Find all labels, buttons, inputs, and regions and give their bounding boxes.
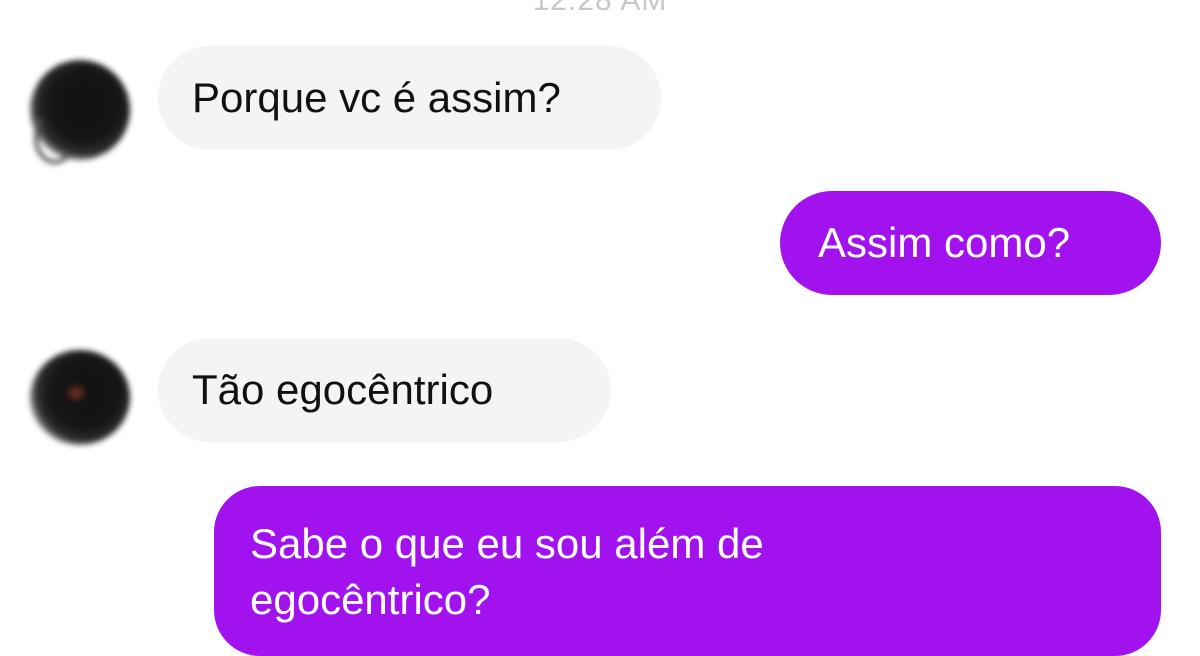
incoming-message-bubble[interactable]: Tão egocêntrico bbox=[158, 338, 611, 442]
message-text: Tão egocêntrico bbox=[192, 366, 494, 413]
message-text: Porque vc é assim? bbox=[192, 74, 561, 121]
message-text-line: egocêntrico? bbox=[250, 576, 491, 623]
message-timestamp: 12:28 AM bbox=[532, 0, 668, 17]
message-text-line: Sabe o que eu sou além de bbox=[250, 520, 764, 567]
avatar-blur-spot bbox=[68, 386, 84, 400]
contact-avatar[interactable] bbox=[30, 60, 130, 164]
outgoing-message-bubble[interactable]: Assim como? bbox=[780, 191, 1161, 295]
message-text: Assim como? bbox=[818, 219, 1071, 266]
avatar-blur-ring bbox=[34, 112, 76, 164]
contact-avatar[interactable] bbox=[30, 350, 130, 445]
incoming-message-bubble[interactable]: Porque vc é assim? bbox=[158, 46, 661, 150]
outgoing-message-bubble[interactable]: Sabe o que eu sou além de egocêntrico? bbox=[214, 486, 1161, 656]
